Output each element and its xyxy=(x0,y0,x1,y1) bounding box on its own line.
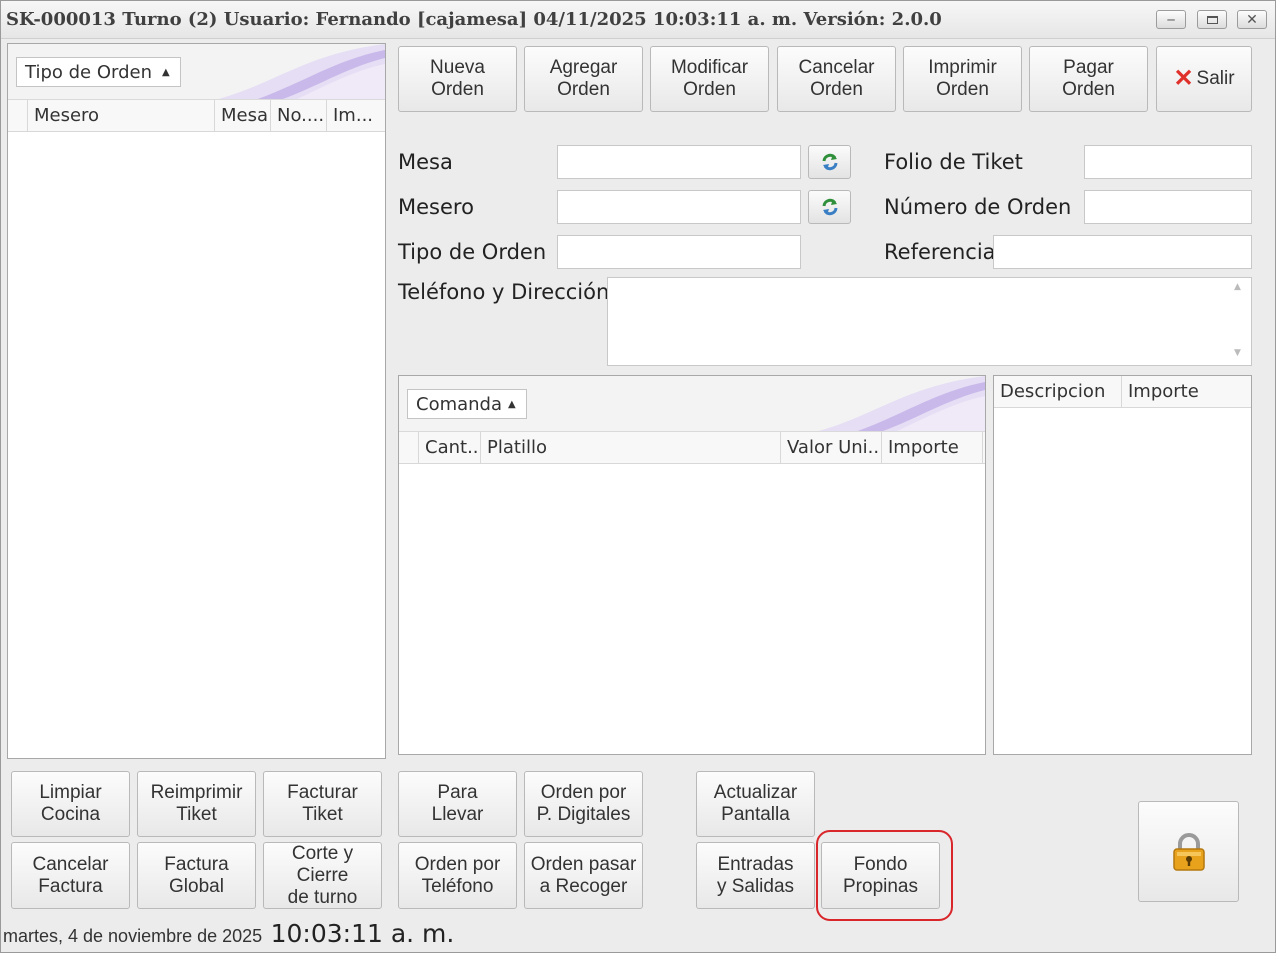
group-chip-label: Tipo de Orden xyxy=(25,61,152,83)
minimize-icon: ─ xyxy=(1167,12,1175,27)
mesa-label: Mesa xyxy=(398,150,453,174)
actualizar-pantalla-button[interactable]: Actualizar Pantalla xyxy=(696,771,815,837)
referencia-label: Referencia xyxy=(884,240,996,264)
agregar-orden-button[interactable]: Agregar Orden xyxy=(524,46,643,112)
main-window: SK-000013 Turno (2) Usuario: Fernando [c… xyxy=(0,0,1276,953)
factura-global-button[interactable]: Factura Global xyxy=(137,842,256,909)
corte-cierre-turno-button[interactable]: Corte y Cierre de turno xyxy=(263,842,382,909)
window-title: SK-000013 Turno (2) Usuario: Fernando [c… xyxy=(6,9,942,30)
close-window-button[interactable]: ✕ xyxy=(1237,10,1267,29)
cancelar-factura-button[interactable]: Cancelar Factura xyxy=(11,842,130,909)
maximize-icon xyxy=(1206,15,1218,24)
orden-telefono-button[interactable]: Orden por Teléfono xyxy=(398,842,517,909)
decorative-wave xyxy=(818,376,985,431)
status-bar: martes, 4 de noviembre de 2025 10:03:11 … xyxy=(3,919,454,948)
fondo-propinas-button[interactable]: Fondo Propinas xyxy=(821,842,940,909)
extras-grid: Descripcion Importe xyxy=(993,375,1252,755)
column-header-cantidad[interactable]: Cant... xyxy=(419,432,481,463)
refresh-icon xyxy=(822,153,837,171)
telefono-direccion-field[interactable] xyxy=(607,277,1252,366)
lock-icon xyxy=(1172,832,1205,871)
row-indicator-header xyxy=(8,100,28,131)
row-indicator-header xyxy=(399,432,419,463)
salir-button[interactable]: ✕ Salir xyxy=(1156,46,1252,112)
orders-column-headers: Mesero Mesa No.... Im... xyxy=(8,100,385,132)
orders-grid: Tipo de Orden ▲ Mesero Mesa No.... Im... xyxy=(7,43,386,759)
maximize-button[interactable] xyxy=(1197,10,1227,29)
status-date: martes, 4 de noviembre de 2025 xyxy=(3,926,263,946)
entradas-salidas-button[interactable]: Entradas y Salidas xyxy=(696,842,815,909)
title-bar: SK-000013 Turno (2) Usuario: Fernando [c… xyxy=(1,1,1275,39)
refresh-mesero-button[interactable] xyxy=(808,190,851,224)
minimize-button[interactable]: ─ xyxy=(1156,10,1186,29)
mesa-field[interactable] xyxy=(557,145,801,179)
column-header-numero[interactable]: No.... xyxy=(271,100,327,131)
reimprimir-tiket-button[interactable]: Reimprimir Tiket xyxy=(137,771,256,837)
extras-column-headers: Descripcion Importe xyxy=(994,376,1251,408)
folio-tiket-label: Folio de Tiket xyxy=(884,150,1023,174)
column-header-valor-unitario[interactable]: Valor Uni... xyxy=(781,432,882,463)
comanda-grid: Comanda ▲ Cant... Platillo Valor Uni... … xyxy=(398,375,986,755)
scroll-up-icon[interactable]: ▲ xyxy=(1234,282,1241,292)
nueva-orden-button[interactable]: Nueva Orden xyxy=(398,46,517,112)
close-x-icon: ✕ xyxy=(1173,65,1194,92)
folio-tiket-field[interactable] xyxy=(1084,145,1252,179)
mesero-field[interactable] xyxy=(557,190,801,224)
group-by-tipo-orden[interactable]: Tipo de Orden ▲ xyxy=(16,57,181,87)
comanda-group-panel: Comanda ▲ xyxy=(399,376,985,432)
referencia-field[interactable] xyxy=(993,235,1252,269)
orden-digitales-button[interactable]: Orden por P. Digitales xyxy=(524,771,643,837)
pagar-orden-button[interactable]: Pagar Orden xyxy=(1029,46,1148,112)
orders-group-panel: Tipo de Orden ▲ xyxy=(8,44,385,100)
refresh-icon xyxy=(822,198,837,216)
orden-recoger-button[interactable]: Orden pasar a Recoger xyxy=(524,842,643,909)
lock-screen-button[interactable] xyxy=(1138,801,1239,902)
column-header-importe[interactable]: Importe xyxy=(882,432,983,463)
cancelar-orden-button[interactable]: Cancelar Orden xyxy=(777,46,896,112)
column-header-importe[interactable]: Im... xyxy=(327,100,385,131)
para-llevar-button[interactable]: Para Llevar xyxy=(398,771,517,837)
sort-ascending-icon: ▲ xyxy=(508,398,516,410)
close-icon: ✕ xyxy=(1246,11,1258,28)
column-header-mesa[interactable]: Mesa xyxy=(215,100,271,131)
status-time: 10:03:11 a. m. xyxy=(270,919,455,948)
column-header-mesero[interactable]: Mesero xyxy=(28,100,215,131)
decorative-wave xyxy=(218,44,385,99)
column-header-importe[interactable]: Importe xyxy=(1122,376,1251,407)
column-header-platillo[interactable]: Platillo xyxy=(481,432,781,463)
imprimir-orden-button[interactable]: Imprimir Orden xyxy=(903,46,1022,112)
mesero-label: Mesero xyxy=(398,195,474,219)
tipo-orden-label: Tipo de Orden xyxy=(398,240,547,264)
salir-label: Salir xyxy=(1196,68,1235,89)
telefono-direccion-label: Teléfono y Dirección xyxy=(398,280,610,304)
sort-ascending-icon: ▲ xyxy=(161,66,170,78)
tipo-orden-field[interactable] xyxy=(557,235,801,269)
modificar-orden-button[interactable]: Modificar Orden xyxy=(650,46,769,112)
limpiar-cocina-button[interactable]: Limpiar Cocina xyxy=(11,771,130,837)
facturar-tiket-button[interactable]: Facturar Tiket xyxy=(263,771,382,837)
numero-orden-label: Número de Orden xyxy=(884,195,1072,219)
group-chip-label: Comanda xyxy=(416,393,503,415)
group-by-comanda[interactable]: Comanda ▲ xyxy=(407,389,527,419)
refresh-mesa-button[interactable] xyxy=(808,145,851,179)
column-header-descripcion[interactable]: Descripcion xyxy=(994,376,1122,407)
scroll-down-icon[interactable]: ▼ xyxy=(1234,348,1241,358)
comanda-column-headers: Cant... Platillo Valor Uni... Importe xyxy=(399,432,985,464)
numero-orden-field[interactable] xyxy=(1084,190,1252,224)
